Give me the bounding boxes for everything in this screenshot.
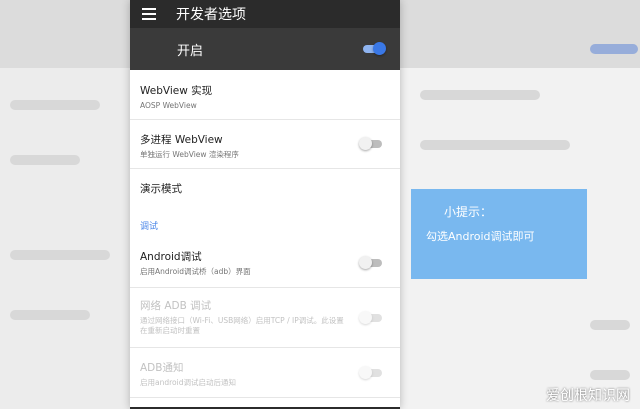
background-blur-line — [420, 140, 570, 150]
hamburger-menu-icon[interactable] — [142, 8, 156, 20]
page-title: 开发者选项 — [176, 7, 246, 23]
adb-notification-toggle — [359, 365, 382, 379]
background-blur-line — [10, 250, 110, 260]
setting-title: 多进程 WebView — [140, 134, 223, 146]
background-left — [0, 0, 130, 409]
android-debugging-toggle[interactable] — [359, 256, 382, 269]
master-switch-toggle[interactable] — [363, 42, 386, 55]
background-blur-line — [420, 90, 540, 100]
setting-title: Android调试 — [140, 251, 202, 263]
background-blur-line — [10, 100, 100, 110]
background-blur-line — [590, 320, 630, 330]
app-bar: 开发者选项 — [130, 0, 400, 28]
master-switch-row[interactable]: 开启 — [130, 28, 400, 70]
setting-subtitle: 单独运行 WebView 渲染程序 — [140, 150, 239, 159]
setting-title: 网络 ADB 调试 — [140, 300, 212, 312]
tip-title: 小提示： — [444, 205, 493, 219]
setting-title: 演示模式 — [140, 183, 182, 195]
tip-text: 勾选Android调试即可 — [426, 230, 535, 243]
setting-subtitle: 通过网络接口（Wi-Fi、USB网络）启用TCP / IP调试。此设置在重新启动… — [140, 316, 344, 336]
master-switch-label: 开启 — [177, 43, 204, 59]
setting-subtitle: 启用android调试启动后通知 — [140, 378, 236, 387]
background-toolbar — [0, 0, 130, 68]
background-blur-line — [590, 370, 630, 380]
section-header-debug: 调试 — [140, 222, 159, 232]
network-adb-toggle — [359, 310, 382, 324]
background-blur-line — [10, 155, 80, 165]
background-blur-line — [10, 310, 90, 320]
setting-subtitle: 启用Android调试桥（adb）界面 — [140, 267, 251, 276]
tip-box: 小提示： 勾选Android调试即可 — [411, 189, 587, 279]
setting-network-adb-debugging: 网络 ADB 调试 通过网络接口（Wi-Fi、USB网络）启用TCP / IP调… — [130, 288, 400, 348]
setting-multiprocess-webview[interactable]: 多进程 WebView 单独运行 WebView 渲染程序 — [130, 120, 400, 169]
setting-adb-notification: ADB通知 启用android调试启动后通知 — [130, 348, 400, 398]
background-toolbar — [400, 0, 640, 68]
multiprocess-webview-toggle[interactable] — [359, 137, 382, 150]
settings-list: WebView 实现 AOSP WebView 多进程 WebView 单独运行… — [130, 70, 400, 398]
setting-title: ADB通知 — [140, 362, 184, 374]
setting-subtitle: AOSP WebView — [140, 101, 197, 110]
setting-webview-implementation[interactable]: WebView 实现 AOSP WebView — [130, 70, 400, 120]
setting-title: WebView 实现 — [140, 85, 213, 97]
phone-screen: 开发者选项 开启 WebView 实现 AOSP WebView 多进程 Web… — [130, 0, 400, 409]
watermark: 爱创根知识网 — [546, 388, 630, 404]
setting-android-debugging[interactable]: Android调试 启用Android调试桥（adb）界面 — [130, 239, 400, 288]
background-blur-switch — [590, 44, 638, 54]
setting-demo-mode[interactable]: 演示模式 — [130, 169, 400, 205]
